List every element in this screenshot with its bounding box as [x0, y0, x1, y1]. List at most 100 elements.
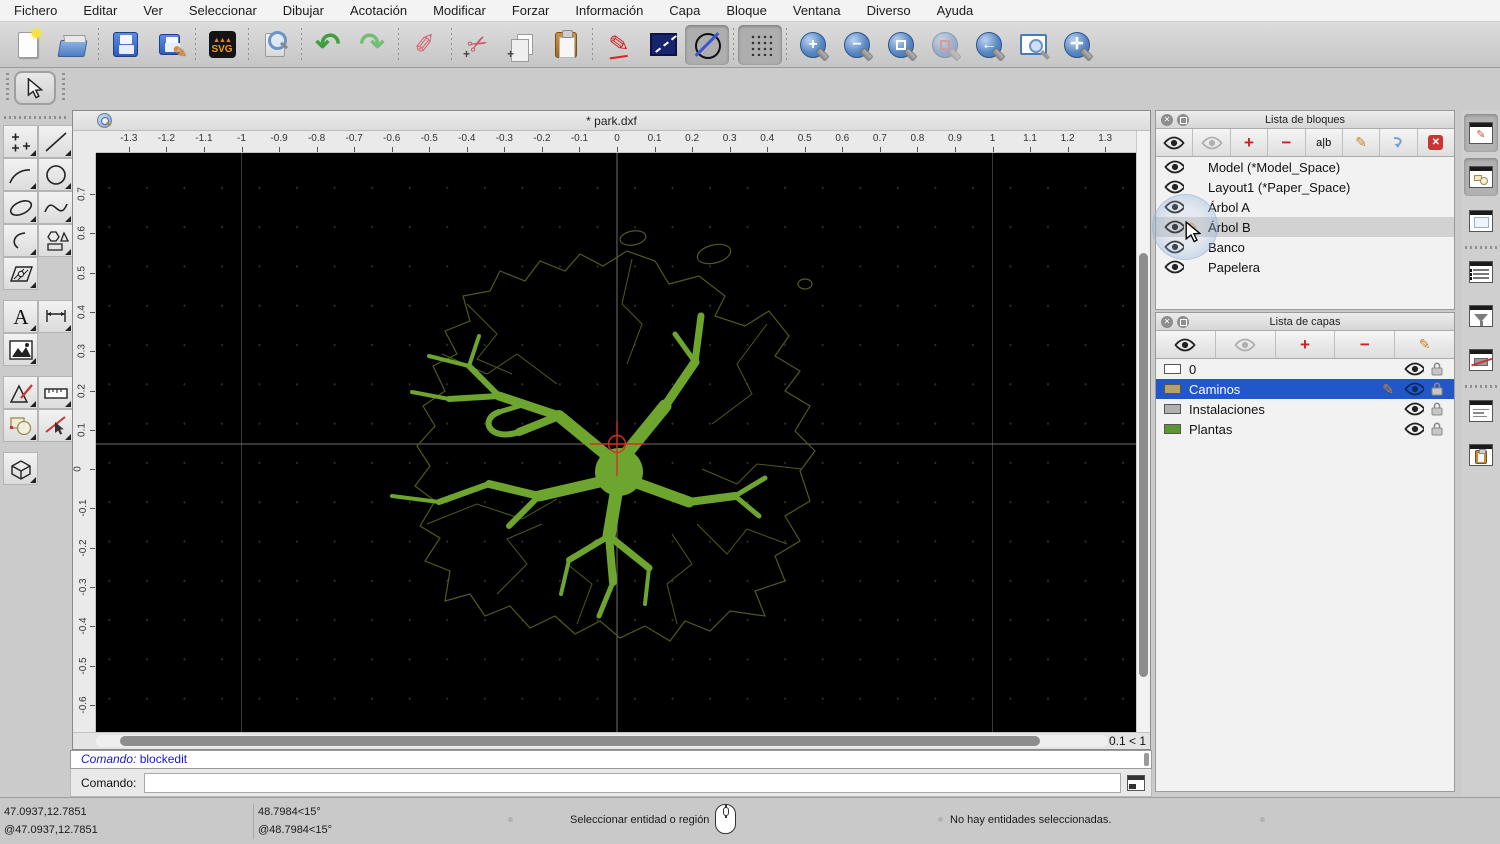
points-tool[interactable]	[3, 125, 38, 158]
eye-icon[interactable]	[1404, 422, 1424, 436]
insert-block-button[interactable]	[1380, 129, 1418, 156]
block-row-arbol-a[interactable]: Árbol A	[1156, 197, 1454, 217]
command-input[interactable]	[144, 772, 1121, 793]
polyline-settings-button[interactable]	[641, 25, 685, 65]
redo-button[interactable]: ↷	[350, 25, 394, 65]
select-entity-tool[interactable]	[38, 409, 73, 442]
drawing-canvas[interactable]	[96, 153, 1138, 734]
hide-all-layers-button[interactable]	[1215, 331, 1276, 358]
zoom-out-button[interactable]: −	[835, 25, 879, 65]
menu-acotacion[interactable]: Acotación	[350, 3, 407, 18]
eye-icon[interactable]	[1164, 200, 1184, 214]
open-file-button[interactable]	[50, 25, 94, 65]
remove-layer-button[interactable]: −	[1335, 331, 1396, 358]
eye-icon[interactable]	[1164, 240, 1184, 254]
layer-row-plantas[interactable]: Plantas	[1156, 419, 1454, 439]
close-icon[interactable]: ✕	[1161, 316, 1173, 328]
ellipse-tool[interactable]	[3, 191, 38, 224]
block-row-banco[interactable]: Banco	[1156, 237, 1454, 257]
svg-export-button[interactable]: ▲▲▲ SVG	[200, 25, 244, 65]
document-title-bar[interactable]: * park.dxf	[73, 111, 1150, 131]
detach-icon[interactable]	[1177, 114, 1189, 126]
arc-tool[interactable]	[3, 158, 38, 191]
layer-row-instalaciones[interactable]: Instalaciones	[1156, 399, 1454, 419]
palette-handle[interactable]	[4, 116, 68, 119]
show-all-layers-button[interactable]	[1156, 331, 1216, 358]
eye-icon[interactable]	[1164, 260, 1184, 274]
eye-icon[interactable]	[1164, 180, 1184, 194]
block-panel-title-bar[interactable]: ✕ Lista de bloques	[1156, 111, 1454, 129]
zoom-in-button[interactable]: +	[791, 25, 835, 65]
layer-list-widget-button[interactable]	[1464, 253, 1498, 291]
save-as-button[interactable]: ✎	[147, 25, 191, 65]
rename-block-button[interactable]: a|b	[1305, 129, 1343, 156]
toggle-block-visibility-button[interactable]: ✕	[1417, 129, 1454, 156]
lock-icon[interactable]	[1430, 401, 1446, 417]
trim-tool[interactable]	[3, 409, 38, 442]
add-layer-button[interactable]: +	[1275, 331, 1336, 358]
horizontal-scrollbar-thumb[interactable]	[120, 736, 1040, 746]
circle-tool[interactable]	[38, 158, 73, 191]
undo-button[interactable]: ↶	[306, 25, 350, 65]
library-browser-widget-button[interactable]	[1464, 158, 1498, 196]
menu-dibujar[interactable]: Dibujar	[283, 3, 324, 18]
print-preview-button[interactable]	[253, 25, 297, 65]
menu-capa[interactable]: Capa	[669, 3, 700, 18]
solid-3d-tool[interactable]	[3, 452, 38, 485]
new-file-button[interactable]	[6, 25, 50, 65]
remove-block-button[interactable]: −	[1268, 129, 1306, 156]
lock-icon[interactable]	[1430, 381, 1446, 397]
hide-all-blocks-button[interactable]	[1193, 129, 1231, 156]
hatch-tool[interactable]	[3, 257, 38, 290]
menu-modificar[interactable]: Modificar	[433, 3, 486, 18]
modify-tool[interactable]	[3, 376, 38, 409]
layer-color-swatch[interactable]	[1164, 424, 1181, 434]
vertical-scrollbar-thumb[interactable]	[1139, 253, 1148, 677]
block-row-arbol-b[interactable]: ✎ Árbol B	[1156, 217, 1454, 237]
image-tool[interactable]	[3, 333, 38, 366]
spline-tool[interactable]	[38, 191, 73, 224]
cut-button[interactable]: ✂ +	[456, 25, 500, 65]
lock-icon[interactable]	[1430, 361, 1446, 377]
menu-diverso[interactable]: Diverso	[867, 3, 911, 18]
text-tool[interactable]: A	[3, 300, 38, 333]
delete-button[interactable]: ✐	[403, 25, 447, 65]
edit-block-button[interactable]: ✎	[1342, 129, 1381, 156]
zoom-auto-button[interactable]	[879, 25, 923, 65]
measure-tool[interactable]	[38, 376, 73, 409]
menu-forzar[interactable]: Forzar	[512, 3, 550, 18]
eye-icon[interactable]	[1164, 160, 1184, 174]
command-line-widget-button[interactable]	[1464, 392, 1498, 430]
vertical-scrollbar[interactable]	[1136, 131, 1150, 734]
tree-block[interactable]	[390, 229, 816, 642]
layer-color-swatch[interactable]	[1164, 384, 1181, 394]
lock-icon[interactable]	[1430, 421, 1446, 437]
menu-seleccionar[interactable]: Seleccionar	[189, 3, 257, 18]
menu-ventana[interactable]: Ventana	[793, 3, 841, 18]
menu-bloque[interactable]: Bloque	[726, 3, 766, 18]
close-icon[interactable]: ✕	[1161, 114, 1173, 126]
polyline-tool[interactable]	[3, 224, 38, 257]
eye-icon[interactable]	[1164, 220, 1184, 234]
eye-icon[interactable]	[1404, 382, 1424, 396]
zoom-previous-button[interactable]: ←	[967, 25, 1011, 65]
snap-grid-button[interactable]	[738, 24, 782, 65]
eye-icon[interactable]	[1404, 362, 1424, 376]
eye-icon[interactable]	[1404, 402, 1424, 416]
preview-widget-button[interactable]	[1464, 202, 1498, 240]
detach-icon[interactable]	[1177, 316, 1189, 328]
layer-row-caminos[interactable]: Caminos ✎	[1156, 379, 1454, 399]
layer-row-0[interactable]: 0	[1156, 359, 1454, 379]
block-list-widget-button[interactable]: ✎	[1464, 114, 1498, 152]
pen-toolbar-widget-button[interactable]	[1464, 341, 1498, 379]
clipboard-widget-button[interactable]	[1464, 436, 1498, 474]
copy-button[interactable]: +	[500, 25, 544, 65]
zoom-pan-button[interactable]: ✛	[1055, 25, 1099, 65]
save-button[interactable]	[103, 25, 147, 65]
block-row-layout1[interactable]: Layout1 (*Paper_Space)	[1156, 177, 1454, 197]
layer-color-swatch[interactable]	[1164, 404, 1181, 414]
block-row-model[interactable]: Model (*Model_Space)	[1156, 157, 1454, 177]
block-row-papelera[interactable]: Papelera	[1156, 257, 1454, 277]
dimension-tool[interactable]	[38, 300, 73, 333]
draw-order-button[interactable]: ✎	[597, 25, 641, 65]
